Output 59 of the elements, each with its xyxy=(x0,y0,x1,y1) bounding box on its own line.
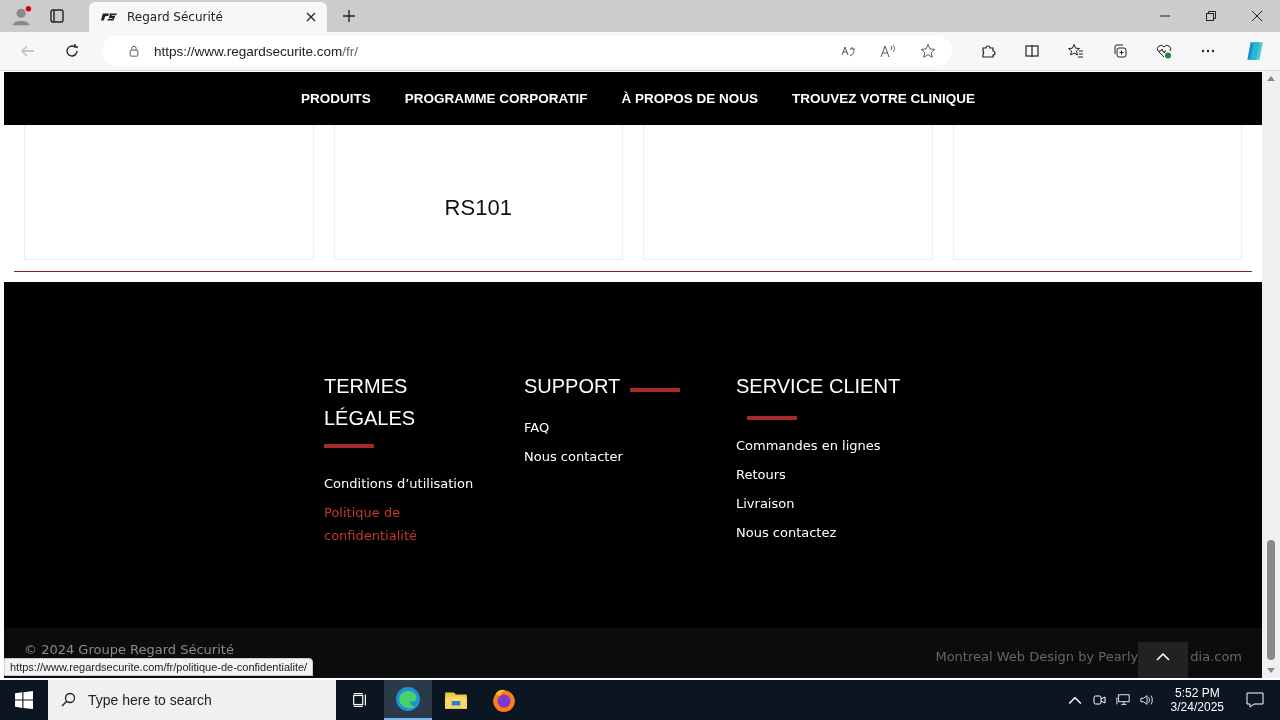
footer-link[interactable]: Nous contactez xyxy=(736,521,837,544)
browser-tab[interactable]: Regard Sécurité xyxy=(89,2,327,32)
footer-link[interactable]: Politique de confidentialité xyxy=(324,501,484,547)
extensions-icon[interactable] xyxy=(980,43,996,59)
health-icon[interactable] xyxy=(1156,43,1172,59)
nav-link[interactable]: PRODUITS xyxy=(300,91,371,106)
volume-icon[interactable] xyxy=(1139,693,1154,707)
tab-actions-icon[interactable] xyxy=(49,8,65,24)
network-icon[interactable] xyxy=(1115,693,1130,707)
lock-icon xyxy=(128,45,140,57)
footer-link[interactable]: FAQ xyxy=(524,416,550,439)
credit-text: dia.com xyxy=(1190,649,1242,664)
nav-link[interactable]: TROUVEZ VOTRE CLINIQUE xyxy=(792,91,976,106)
footer-link[interactable]: Livraison xyxy=(736,492,795,515)
close-icon[interactable] xyxy=(1251,10,1263,22)
scroll-down-icon[interactable] xyxy=(1267,668,1275,674)
footer-heading: SUPPORT xyxy=(524,374,621,399)
product-name: RS101 xyxy=(444,195,512,221)
profile-icon[interactable] xyxy=(11,5,33,27)
address-bar[interactable]: https://www.regardsecurite.com/fr/ xyxy=(102,36,952,66)
status-url-tooltip: https://www.regardsecurite.com/fr/politique-de-confidentialite/ xyxy=(4,658,314,676)
edge-taskbar-icon[interactable] xyxy=(384,680,432,720)
search-icon xyxy=(60,692,76,708)
meet-icon[interactable] xyxy=(1091,693,1106,707)
accent-bar xyxy=(630,388,681,392)
task-view-icon[interactable] xyxy=(351,691,369,709)
taskbar-search-field[interactable]: Type here to search xyxy=(48,680,336,720)
accent-bar xyxy=(324,444,374,448)
notification-icon[interactable] xyxy=(1246,692,1264,708)
footer-link[interactable]: Nous contacter xyxy=(524,445,623,468)
site-logo-icon xyxy=(101,13,117,21)
footer-link[interactable]: Retours xyxy=(736,463,786,486)
nav-link[interactable]: À PROPOS DE NOUS xyxy=(621,91,758,106)
back-to-top-button[interactable] xyxy=(1138,642,1189,678)
collections-icon[interactable] xyxy=(1112,43,1128,59)
product-card[interactable]: RS101 xyxy=(333,125,623,260)
start-icon[interactable] xyxy=(15,691,33,709)
chevron-up-icon xyxy=(1156,653,1171,661)
new-tab-icon[interactable] xyxy=(341,8,357,24)
star-icon[interactable] xyxy=(920,43,936,59)
credit-text: Montreal Web Design by Pearly xyxy=(935,649,1139,664)
copilot-icon[interactable] xyxy=(1244,40,1266,62)
nav-link[interactable]: PROGRAMME CORPORATIF xyxy=(404,91,588,106)
scrollbar[interactable] xyxy=(1262,71,1280,678)
split-screen-icon[interactable] xyxy=(1024,43,1040,59)
scroll-up-icon[interactable] xyxy=(1267,75,1275,81)
footer-heading: TERMES LÉGALES xyxy=(324,374,417,431)
copyright-text: © 2024 Groupe Regard Sécurité xyxy=(24,642,234,657)
restore-icon[interactable] xyxy=(1205,10,1217,22)
refresh-icon[interactable] xyxy=(64,43,80,59)
read-aloud-icon[interactable] xyxy=(880,43,896,59)
accent-bar xyxy=(747,416,797,420)
scrollbar-thumb[interactable] xyxy=(1267,540,1275,660)
footer-heading: SERVICE CLIENT xyxy=(736,374,901,399)
footer-link[interactable]: Conditions d’utilisation xyxy=(324,472,474,495)
favorites-icon[interactable] xyxy=(1068,43,1084,59)
footer-link[interactable]: Commandes en lignes xyxy=(736,434,881,457)
close-icon[interactable] xyxy=(305,11,317,23)
clock[interactable]: 5:52 PM 3/24/2025 xyxy=(1170,686,1224,714)
